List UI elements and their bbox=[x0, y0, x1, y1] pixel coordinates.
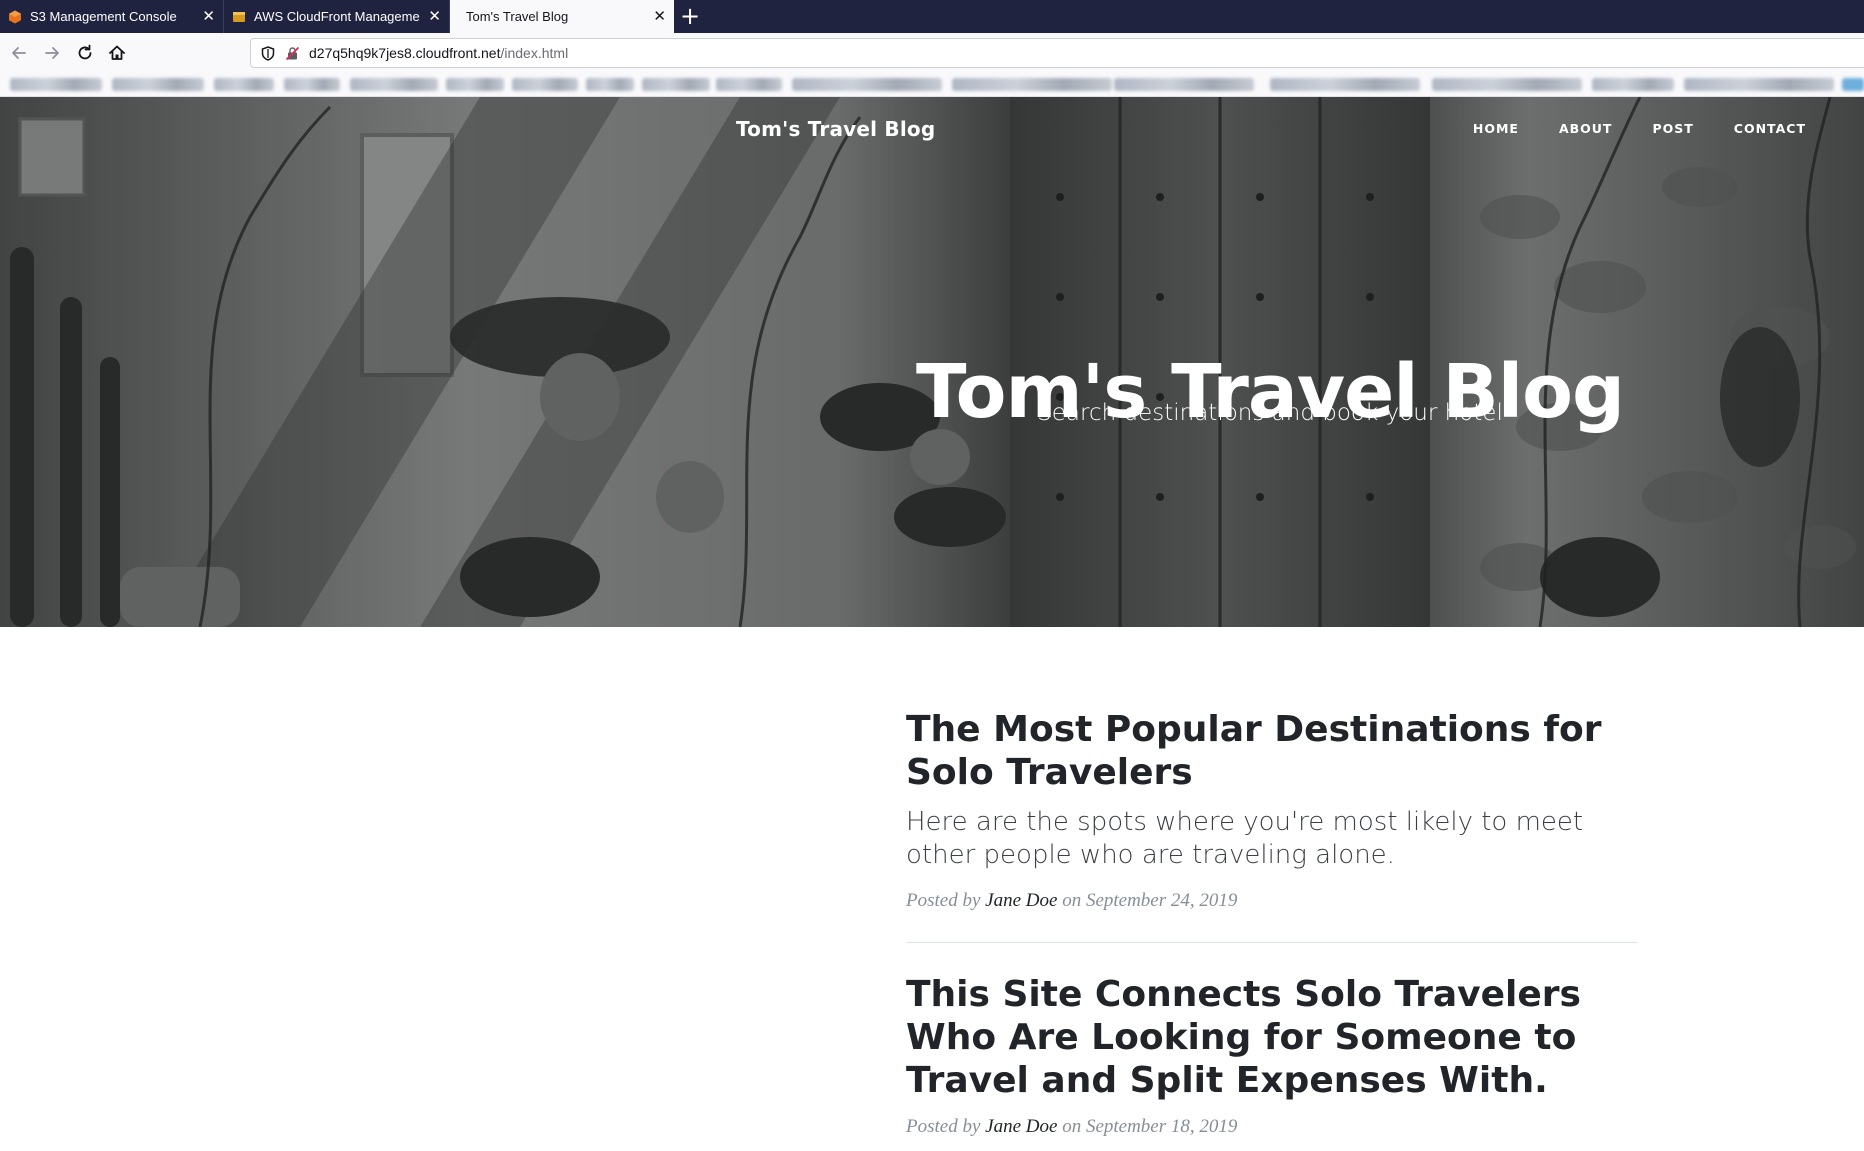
bookmark-item[interactable] bbox=[284, 78, 340, 91]
posted-by-label: Posted by bbox=[906, 1116, 981, 1137]
nav-contact[interactable]: Contact bbox=[1734, 121, 1806, 136]
bookmark-item[interactable] bbox=[792, 78, 942, 91]
bookmark-item[interactable] bbox=[10, 78, 102, 91]
on-label: on bbox=[1062, 1116, 1082, 1137]
post-list: The Most Popular Destinations for Solo T… bbox=[906, 708, 1638, 1138]
site-brand-link[interactable]: Tom's Travel Blog bbox=[736, 117, 935, 141]
bookmark-item[interactable] bbox=[1684, 78, 1834, 91]
post-title[interactable]: The Most Popular Destinations for Solo T… bbox=[906, 708, 1638, 794]
bookmark-item[interactable] bbox=[214, 78, 274, 91]
hero-header: Tom's Travel Blog Home About Post Contac… bbox=[0, 97, 1864, 627]
bookmark-item[interactable] bbox=[642, 78, 710, 91]
post-divider bbox=[906, 942, 1638, 943]
address-bar[interactable]: d27q5hq9k7jes8.cloudfront.net/index.html bbox=[250, 38, 1864, 68]
back-arrow-icon[interactable] bbox=[8, 42, 30, 64]
close-tab-icon[interactable]: ✕ bbox=[202, 9, 215, 24]
tab-aws-cloudfront-management[interactable]: AWS CloudFront Management ✕ bbox=[224, 0, 450, 33]
bookmark-item[interactable] bbox=[586, 78, 634, 91]
url-host: d27q5hq9k7jes8.cloudfront.net bbox=[309, 45, 501, 61]
post-title[interactable]: This Site Connects Solo Travelers Who Ar… bbox=[906, 973, 1638, 1102]
tab-title: Tom's Travel Blog bbox=[466, 9, 569, 24]
new-tab-button[interactable]: + bbox=[680, 4, 700, 28]
post-date: September 18, 2019 bbox=[1085, 1116, 1238, 1137]
bookmark-item[interactable] bbox=[1842, 78, 1864, 91]
tab-title: S3 Management Console bbox=[30, 9, 177, 24]
post-author-link[interactable]: Jane Doe bbox=[985, 1116, 1057, 1137]
insecure-lock-icon[interactable] bbox=[285, 46, 300, 61]
url-text[interactable]: d27q5hq9k7jes8.cloudfront.net/index.html bbox=[309, 45, 568, 61]
close-tab-icon[interactable]: ✕ bbox=[653, 9, 666, 24]
shield-icon[interactable] bbox=[261, 46, 275, 61]
tab-title: AWS CloudFront Management bbox=[254, 9, 421, 24]
bookmark-item[interactable] bbox=[350, 78, 438, 91]
aws-cloudfront-icon bbox=[233, 11, 245, 22]
browser-toolbar: d27q5hq9k7jes8.cloudfront.net/index.html bbox=[0, 33, 1864, 73]
close-tab-icon[interactable]: ✕ bbox=[428, 9, 441, 24]
post-preview[interactable]: This Site Connects Solo Travelers Who Ar… bbox=[906, 973, 1638, 1138]
bookmark-item[interactable] bbox=[1114, 78, 1254, 91]
nav-post[interactable]: Post bbox=[1652, 121, 1693, 136]
forward-arrow-icon[interactable] bbox=[41, 42, 63, 64]
post-preview[interactable]: The Most Popular Destinations for Solo T… bbox=[906, 708, 1638, 912]
site-nav: Home About Post Contact bbox=[1473, 121, 1806, 136]
hero-subtitle: Search destinations and book your hotel bbox=[1037, 400, 1503, 426]
bookmark-item[interactable] bbox=[446, 78, 504, 91]
home-icon[interactable] bbox=[106, 42, 128, 64]
bookmark-item[interactable] bbox=[1432, 78, 1582, 91]
bookmark-item[interactable] bbox=[952, 78, 1112, 91]
nav-home[interactable]: Home bbox=[1473, 121, 1519, 136]
post-meta: Posted by Jane Doe on September 24, 2019 bbox=[906, 890, 1638, 912]
reload-icon[interactable] bbox=[74, 42, 96, 64]
post-date: September 24, 2019 bbox=[1085, 890, 1238, 911]
post-subtitle[interactable]: Here are the spots where you're most lik… bbox=[906, 806, 1638, 872]
tab-toms-travel-blog[interactable]: Tom's Travel Blog ✕ bbox=[450, 0, 674, 33]
post-author-link[interactable]: Jane Doe bbox=[985, 890, 1057, 911]
browser-tab-bar: S3 Management Console ✕ AWS CloudFront M… bbox=[0, 0, 1864, 33]
nav-about[interactable]: About bbox=[1559, 121, 1613, 136]
url-path: /index.html bbox=[500, 45, 569, 61]
post-meta: Posted by Jane Doe on September 18, 2019 bbox=[906, 1116, 1638, 1138]
bookmark-item[interactable] bbox=[716, 78, 782, 91]
bookmark-item[interactable] bbox=[1592, 78, 1674, 91]
tab-s3-management-console[interactable]: S3 Management Console ✕ bbox=[0, 0, 224, 33]
bookmark-item[interactable] bbox=[1270, 78, 1420, 91]
aws-s3-icon bbox=[9, 10, 21, 23]
bookmarks-toolbar bbox=[0, 72, 1864, 97]
bookmark-item[interactable] bbox=[112, 78, 204, 91]
on-label: on bbox=[1062, 890, 1082, 911]
bookmark-item[interactable] bbox=[512, 78, 578, 91]
posted-by-label: Posted by bbox=[906, 890, 981, 911]
